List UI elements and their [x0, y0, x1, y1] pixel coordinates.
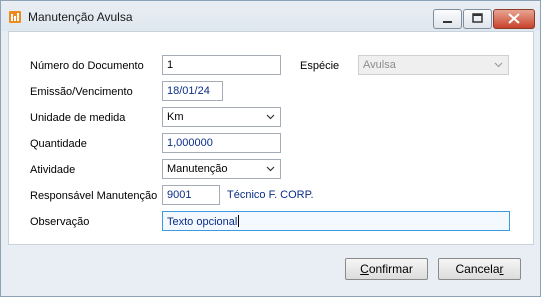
quantidade-input[interactable]: 1,000000 — [162, 133, 281, 153]
manutencao-avulsa-window: Manutenção Avulsa Número do Documento 1 … — [0, 0, 541, 297]
atividade-label: Atividade — [30, 164, 76, 176]
minimize-button[interactable] — [433, 9, 462, 29]
cancelar-label: Cancela — [455, 262, 500, 276]
maximize-button[interactable] — [463, 9, 492, 29]
minimize-icon — [443, 21, 452, 23]
responsavel-code-input[interactable]: 9001 — [162, 185, 220, 205]
confirmar-mnemonic: C — [360, 262, 369, 276]
numero-documento-label: Número do Documento — [30, 60, 144, 72]
unidade-value: Km — [167, 111, 184, 123]
emissao-input[interactable]: 18/01/24 — [162, 81, 223, 101]
text-cursor — [238, 215, 240, 227]
quantidade-label: Quantidade — [30, 138, 87, 150]
cancelar-mnemonic: r — [499, 262, 504, 276]
numero-documento-input[interactable]: 1 — [162, 55, 281, 75]
responsavel-label: Responsável Manutenção — [30, 190, 158, 202]
title-bar[interactable]: Manutenção Avulsa — [1, 1, 540, 31]
especie-label: Espécie — [300, 60, 340, 72]
unidade-label: Unidade de medida — [30, 112, 126, 124]
confirmar-label: onfirmar — [368, 262, 413, 276]
especie-select[interactable]: Avulsa — [358, 55, 509, 75]
emissao-label: Emissão/Vencimento — [30, 86, 133, 98]
chevron-down-icon — [494, 62, 503, 68]
cancelar-button[interactable]: Cancelar — [438, 258, 521, 280]
responsavel-name: Técnico F. CORP. — [227, 189, 314, 201]
especie-value: Avulsa — [363, 59, 396, 71]
close-button[interactable] — [493, 9, 535, 29]
chevron-down-icon — [266, 166, 275, 172]
maximize-icon — [472, 13, 483, 23]
chevron-down-icon — [266, 114, 275, 120]
observacao-label: Observação — [30, 216, 90, 228]
atividade-value: Manutenção — [167, 163, 228, 175]
confirmar-button[interactable]: Confirmar — [345, 258, 428, 280]
close-icon — [508, 13, 520, 24]
form-panel: Número do Documento 1 Espécie Avulsa Emi… — [8, 31, 534, 245]
atividade-select[interactable]: Manutenção — [162, 159, 281, 179]
observacao-input[interactable]: Texto opcional — [162, 211, 510, 231]
unidade-select[interactable]: Km — [162, 107, 281, 127]
observacao-value: Texto opcional — [167, 216, 238, 228]
window-title: Manutenção Avulsa — [28, 10, 133, 24]
app-logo-icon — [9, 11, 21, 23]
